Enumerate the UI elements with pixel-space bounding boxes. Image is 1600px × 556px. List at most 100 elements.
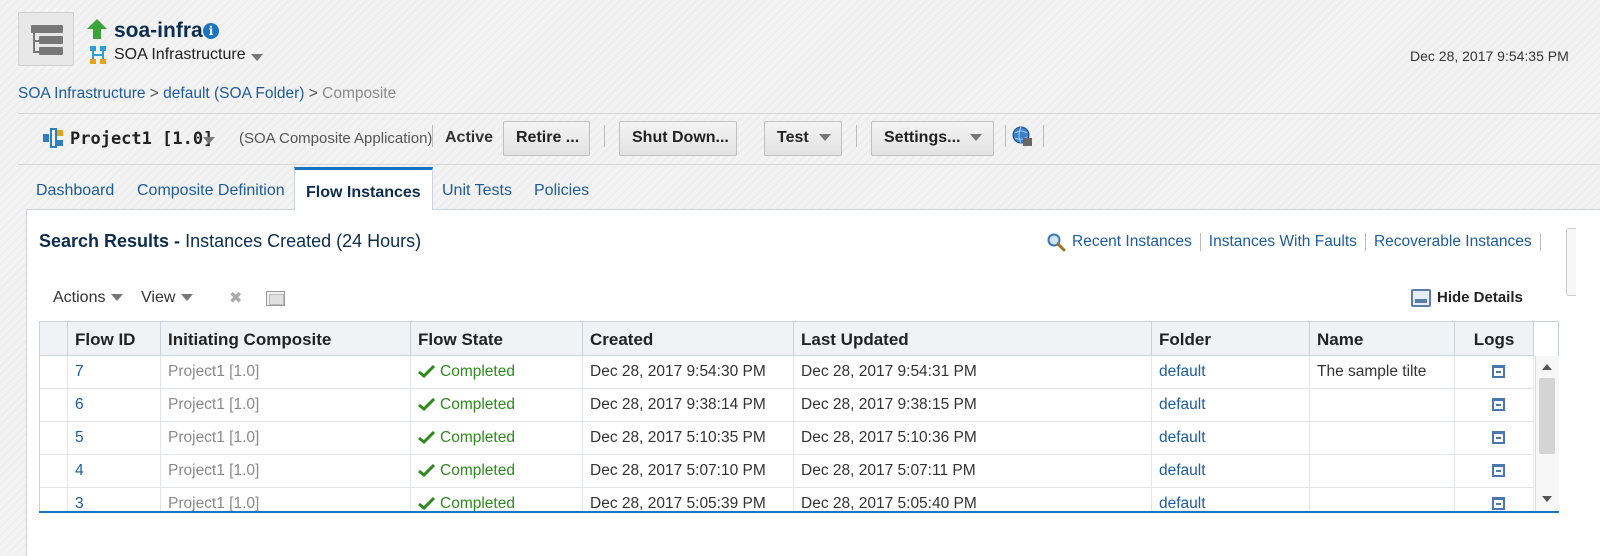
tab-flow-instances[interactable]: Flow Instances [294,167,433,211]
target-name: SOA Infrastructure [114,46,246,63]
log-icon[interactable] [1492,431,1505,444]
flow-id-link[interactable]: 4 [68,455,161,488]
folder-link[interactable]: default [1152,488,1310,512]
table-row[interactable]: 3 Project1 [1.0] Completed Dec 28, 2017 … [40,488,1534,512]
view-menu[interactable]: View [141,289,194,307]
navigator-menu-button[interactable] [18,12,74,66]
flow-state: Completed [411,422,583,455]
last-updated-time: Dec 28, 2017 5:07:11 PM [794,455,1152,488]
abort-icon[interactable]: ✖ [229,288,242,308]
scroll-down-arrow-icon[interactable] [1542,496,1552,502]
settings-button[interactable]: Settings... [871,121,994,156]
check-icon [418,365,435,379]
check-icon [418,398,435,412]
log-icon[interactable] [1492,497,1505,510]
test-button[interactable]: Test [764,121,842,156]
initiating-composite: Project1 [1.0] [161,488,411,512]
hide-details-label: Hide Details [1437,289,1523,306]
log-icon[interactable] [1492,365,1505,378]
composite-status: Active [445,129,494,146]
composite-menu-chevron-down-icon[interactable] [203,137,215,144]
settings-button-label: Settings... [884,129,961,146]
log-icon[interactable] [1492,398,1505,411]
tab-composite-definition[interactable]: Composite Definition [137,182,285,200]
folder-link[interactable]: default [1152,422,1310,455]
table-row[interactable]: 7 Project1 [1.0] Completed Dec 28, 2017 … [40,356,1534,389]
folder-link[interactable]: default [1152,389,1310,422]
breadcrumb-separator: > [145,85,164,102]
last-updated-time: Dec 28, 2017 5:10:36 PM [794,422,1152,455]
hide-details-button[interactable]: Hide Details [1411,289,1523,308]
column-header-last-updated[interactable]: Last Updated [794,322,1152,356]
table-header: Flow ID Initiating Composite Flow State … [40,322,1534,356]
logs-cell [1455,422,1534,455]
tab-dashboard[interactable]: Dashboard [36,182,114,200]
last-updated-time: Dec 28, 2017 9:54:31 PM [794,356,1152,389]
initiating-composite: Project1 [1.0] [161,356,411,389]
flow-name [1310,488,1455,512]
composite-icon [43,128,63,148]
flow-id-link[interactable]: 7 [68,356,161,389]
flow-id-link[interactable]: 6 [68,389,161,422]
target-menu-chevron-down-icon[interactable] [251,54,263,61]
created-time: Dec 28, 2017 5:07:10 PM [583,455,794,488]
search-results-label: Search Results - [39,231,186,251]
recent-instances-link[interactable]: Recent Instances [1072,233,1192,250]
instances-with-faults-link[interactable]: Instances With Faults [1209,233,1357,250]
logs-cell [1455,356,1534,389]
column-header-folder[interactable]: Folder [1152,322,1310,356]
flow-id-link[interactable]: 3 [68,488,161,512]
retire-button[interactable]: Retire ... [503,121,590,156]
table-vertical-scrollbar[interactable] [1535,356,1559,512]
column-header-created[interactable]: Created [583,322,794,356]
check-icon [418,497,435,511]
actions-menu[interactable]: Actions [53,289,124,307]
folder-link[interactable]: default [1152,356,1310,389]
flow-state-label: Completed [440,429,515,446]
table-row[interactable]: 6 Project1 [1.0] Completed Dec 28, 2017 … [40,389,1534,422]
row-selector[interactable] [40,488,68,512]
row-selector[interactable] [40,389,68,422]
row-selector-header [40,322,68,356]
column-header-flow-state[interactable]: Flow State [411,322,583,356]
flow-state-label: Completed [440,396,515,413]
flow-state: Completed [411,455,583,488]
link-divider [1364,233,1366,251]
log-icon[interactable] [1492,464,1505,477]
detach-icon[interactable] [266,291,285,306]
composite-name: Project1 [1.0] [70,129,214,149]
breadcrumb-separator: > [304,85,323,102]
row-selector[interactable] [40,356,68,389]
flow-id-link[interactable]: 5 [68,422,161,455]
folder-link[interactable]: default [1152,455,1310,488]
toolbar-divider [856,125,857,147]
tab-policies[interactable]: Policies [534,182,589,200]
row-selector[interactable] [40,455,68,488]
settings-chevron-down-icon [970,134,983,142]
web-service-globe-icon[interactable] [1011,125,1033,147]
table-row[interactable]: 4 Project1 [1.0] Completed Dec 28, 2017 … [40,455,1534,488]
recoverable-instances-link[interactable]: Recoverable Instances [1374,233,1532,250]
column-header-logs[interactable]: Logs [1455,322,1534,356]
breadcrumb-default-folder[interactable]: default (SOA Folder) [163,85,304,102]
info-icon[interactable]: i [203,23,219,39]
column-header-name[interactable]: Name [1310,322,1455,356]
toolbar-divider [432,125,433,147]
logs-cell [1455,488,1534,512]
scroll-up-arrow-icon[interactable] [1542,364,1552,370]
scrollbar-thumb[interactable] [1539,378,1555,454]
row-selector[interactable] [40,422,68,455]
flow-state-label: Completed [440,462,515,479]
tab-unit-tests[interactable]: Unit Tests [442,182,512,200]
breadcrumb-soa-infrastructure[interactable]: SOA Infrastructure [18,85,146,102]
panel-expand-handle[interactable] [1566,228,1576,296]
initiating-composite: Project1 [1.0] [161,389,411,422]
toolbar-divider [1043,125,1044,147]
last-updated-time: Dec 28, 2017 5:05:40 PM [794,488,1152,512]
shut-down-button[interactable]: Shut Down... [619,121,737,156]
column-header-initiating-composite[interactable]: Initiating Composite [161,322,411,356]
actions-chevron-down-icon [111,294,124,302]
column-header-flow-id[interactable]: Flow ID [68,322,161,356]
flow-name [1310,422,1455,455]
table-row[interactable]: 5 Project1 [1.0] Completed Dec 28, 2017 … [40,422,1534,455]
